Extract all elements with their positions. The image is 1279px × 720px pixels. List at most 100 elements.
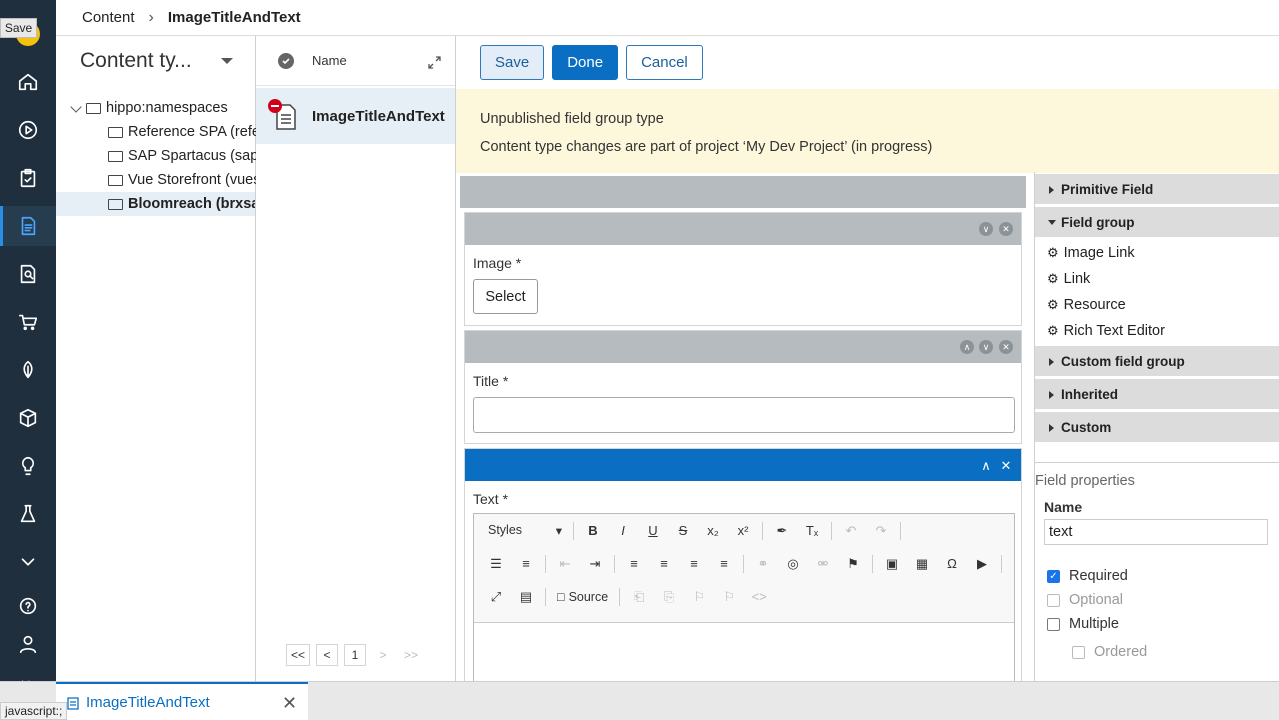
unlink-icon[interactable]: ⚮ (809, 552, 837, 576)
image-field-label: Image * (473, 255, 522, 271)
remove-field-icon[interactable]: ✕ (999, 340, 1013, 354)
leaf-icon[interactable] (0, 350, 56, 390)
cube-icon[interactable] (0, 398, 56, 438)
breadcrumb-root[interactable]: Content (82, 9, 135, 26)
page-number-button[interactable]: 1 (344, 644, 367, 666)
tree-node-sap-spartacus[interactable]: SAP Spartacus (saps (108, 144, 256, 168)
gear-icon: ⚙ (1047, 297, 1059, 312)
move-up-icon[interactable]: ∧ (979, 458, 993, 472)
move-down-icon[interactable]: ∨ (979, 340, 993, 354)
source-button[interactable]: □ Source (551, 590, 614, 604)
table-icon[interactable]: ▦ (908, 552, 936, 576)
remove-comment-icon[interactable]: ⚐ (715, 585, 743, 609)
title-field[interactable]: ∧ ∨ ✕ Title * (464, 330, 1022, 444)
content-document-icon[interactable] (0, 206, 56, 246)
lightbulb-icon[interactable] (0, 446, 56, 486)
remove-field-icon[interactable]: ✕ (999, 458, 1013, 472)
tree-header[interactable]: Content ty... (56, 36, 255, 86)
bulleted-list-icon[interactable]: ≡ (512, 552, 540, 576)
gear-icon: ⚙ (1047, 271, 1059, 286)
required-checkbox[interactable]: ✓ Required (1047, 568, 1128, 584)
special-char-icon[interactable]: Ω (938, 552, 966, 576)
page-prev-button[interactable]: < (316, 644, 339, 666)
remove-field-icon[interactable]: ✕ (999, 222, 1013, 236)
tree-node-namespaces[interactable]: hippo:namespaces (86, 96, 256, 120)
redo-icon[interactable]: ↷ (867, 519, 895, 543)
justify-icon[interactable]: ≡ (710, 552, 738, 576)
document-type-icon (268, 99, 298, 131)
tree-node-reference-spa[interactable]: Reference SPA (refer (108, 120, 256, 144)
tree-node-vue-storefront[interactable]: Vue Storefront (vues (108, 168, 256, 192)
image-icon[interactable]: ▣ (878, 552, 906, 576)
unpublished-badge-icon (268, 99, 282, 113)
search-document-icon[interactable] (0, 254, 56, 294)
shopping-cart-icon[interactable] (0, 302, 56, 342)
anchor-flag-icon[interactable]: ⚑ (839, 552, 867, 576)
move-up-icon[interactable]: ∧ (960, 340, 974, 354)
done-button[interactable]: Done (552, 45, 619, 80)
save-button[interactable]: Save (480, 45, 545, 80)
multiple-checkbox[interactable]: Multiple (1047, 616, 1119, 632)
document-tab[interactable]: ImageTitleAndText ✕ (56, 682, 308, 720)
help-icon[interactable] (0, 586, 56, 626)
close-icon[interactable]: ✕ (282, 693, 297, 714)
align-center-icon[interactable]: ≡ (650, 552, 678, 576)
play-circle-icon[interactable] (0, 110, 56, 150)
superscript-icon[interactable]: x² (729, 519, 757, 543)
caret-down-icon[interactable] (221, 58, 233, 64)
name-input[interactable]: text (1044, 519, 1268, 545)
field-group-section[interactable]: Field group (1035, 207, 1279, 237)
name-column-header[interactable]: Name (312, 53, 347, 68)
align-left-icon[interactable]: ≡ (620, 552, 648, 576)
tree-node-bloomreach[interactable]: Bloomreach (brxsaa (56, 192, 255, 216)
palette-item-resource[interactable]: ⚙ Resource (1035, 292, 1279, 318)
tree-collapse-icon[interactable] (70, 101, 82, 113)
status-url: javascript:; (0, 702, 68, 720)
custom-field-group-section[interactable]: Custom field group (1035, 346, 1279, 376)
inherited-section[interactable]: Inherited (1035, 379, 1279, 409)
select-image-button[interactable]: Select (473, 279, 538, 314)
replace-icon[interactable]: ⎘ (655, 585, 683, 609)
open-documents-bar: ImageTitleAndText ✕ (0, 681, 1279, 720)
editor-toolbar: Save Done Cancel (480, 45, 703, 80)
insert-comment-icon[interactable]: ⚐ (685, 585, 713, 609)
palette-item-image-link[interactable]: ⚙ Image Link (1035, 240, 1279, 266)
home-icon[interactable] (0, 62, 56, 102)
numbered-list-icon[interactable]: ☰ (482, 552, 510, 576)
cancel-button[interactable]: Cancel (626, 45, 703, 80)
outdent-icon[interactable]: ⇤ (551, 552, 579, 576)
flask-icon[interactable] (0, 494, 56, 534)
indent-icon[interactable]: ⇥ (581, 552, 609, 576)
find-icon[interactable]: ⎗ (625, 585, 653, 609)
primitive-field-section[interactable]: Primitive Field (1035, 174, 1279, 204)
show-blocks-icon[interactable]: ▤ (512, 585, 540, 609)
palette-item-rich-text-editor[interactable]: ⚙ Rich Text Editor (1035, 318, 1279, 344)
chevron-down-icon[interactable] (0, 542, 56, 582)
internal-link-icon[interactable]: ◎ (779, 552, 807, 576)
maximize-icon[interactable]: ⤢ (482, 585, 510, 609)
styles-dropdown[interactable]: Styles ▾ (482, 523, 568, 538)
align-right-icon[interactable]: ≡ (680, 552, 708, 576)
link-icon[interactable]: ⚭ (749, 552, 777, 576)
subscript-icon[interactable]: x₂ (699, 519, 727, 543)
palette-item-link[interactable]: ⚙ Link (1035, 266, 1279, 292)
project-clipboard-icon[interactable] (0, 158, 56, 198)
clear-format-icon[interactable]: Tₓ (798, 519, 826, 543)
bold-icon[interactable]: B (579, 519, 607, 543)
expand-icon[interactable] (428, 56, 441, 72)
custom-section[interactable]: Custom (1035, 412, 1279, 442)
move-down-icon[interactable]: ∨ (979, 222, 993, 236)
page-first-button[interactable]: << (286, 644, 311, 666)
underline-icon[interactable]: U (639, 519, 667, 543)
list-item[interactable]: ImageTitleAndText (256, 88, 455, 144)
image-field[interactable]: ∨ ✕ Image * Select (464, 212, 1022, 326)
youtube-icon[interactable]: ▶ (968, 552, 996, 576)
user-icon[interactable] (0, 624, 56, 664)
italic-icon[interactable]: I (609, 519, 637, 543)
paint-brush-icon[interactable]: ✒ (768, 519, 796, 543)
undo-icon[interactable]: ↶ (837, 519, 865, 543)
code-icon[interactable]: <> (745, 585, 773, 609)
strikethrough-icon[interactable]: S (669, 519, 697, 543)
title-input[interactable] (473, 397, 1015, 433)
text-field[interactable]: ∧ ✕ Text * Styles ▾ B I U S x₂ x² ✒ Tₓ ↶… (464, 448, 1022, 714)
